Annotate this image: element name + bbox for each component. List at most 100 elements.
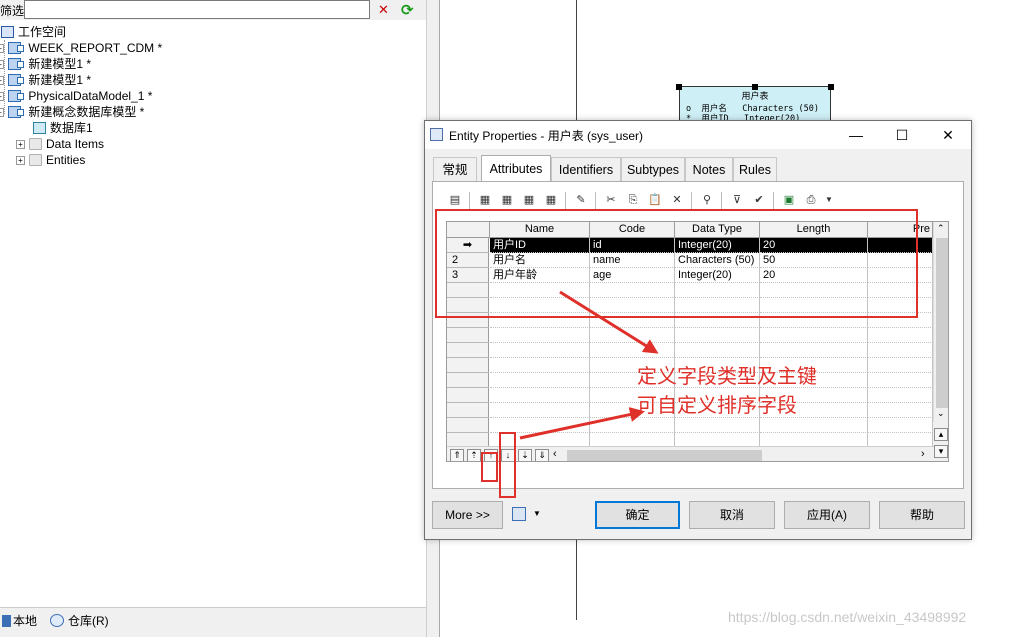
ok-button[interactable]: 确定 bbox=[595, 501, 680, 529]
cell-length[interactable] bbox=[760, 418, 868, 433]
add-attribute-icon[interactable]: ▦ bbox=[521, 192, 537, 208]
tree-item-model[interactable]: + PhysicalDataModel_1 * bbox=[0, 88, 152, 104]
cell-pre[interactable] bbox=[868, 343, 933, 358]
tree-item-model[interactable]: + 新建模型1 * bbox=[0, 72, 91, 88]
cell-type[interactable] bbox=[675, 418, 760, 433]
cell-type[interactable] bbox=[675, 343, 760, 358]
selection-handle[interactable] bbox=[752, 84, 758, 90]
tree-item-model[interactable]: + 新建模型1 * bbox=[0, 56, 91, 72]
insert-row-icon[interactable]: ▦ bbox=[477, 192, 493, 208]
add-row-icon[interactable]: ▦ bbox=[499, 192, 515, 208]
expand-icon[interactable]: + bbox=[0, 92, 4, 101]
cell-length[interactable] bbox=[760, 343, 868, 358]
scroll-right-icon[interactable]: › bbox=[921, 448, 925, 460]
cell-type[interactable] bbox=[675, 328, 760, 343]
minimize-icon[interactable]: — bbox=[845, 124, 867, 146]
cell-code[interactable] bbox=[590, 343, 675, 358]
tree-item-model[interactable]: − 新建概念数据库模型 * bbox=[0, 104, 144, 120]
apply-button[interactable]: 应用(A) bbox=[784, 501, 870, 529]
expand-icon[interactable]: + bbox=[0, 76, 4, 85]
cell-name[interactable] bbox=[490, 343, 590, 358]
properties-icon[interactable]: ▤ bbox=[447, 192, 463, 208]
table-row[interactable] bbox=[447, 343, 948, 358]
help-button[interactable]: 帮助 bbox=[879, 501, 965, 529]
cell-name[interactable] bbox=[490, 403, 590, 418]
reuse-attribute-icon[interactable]: ▦ bbox=[543, 192, 559, 208]
row-header[interactable] bbox=[447, 403, 489, 418]
cell-pre[interactable] bbox=[868, 403, 933, 418]
cell-pre[interactable] bbox=[868, 328, 933, 343]
more-button[interactable]: More >> bbox=[432, 501, 503, 529]
dialog-titlebar[interactable]: Entity Properties - 用户表 (sys_user) — ☐ ✕ bbox=[425, 121, 971, 149]
expand-icon[interactable]: + bbox=[16, 140, 25, 149]
paste-icon[interactable]: 📋 bbox=[647, 192, 663, 208]
tab-repository[interactable]: 仓库(R) bbox=[50, 612, 109, 629]
row-header[interactable] bbox=[447, 358, 489, 373]
expand-icon[interactable]: + bbox=[16, 156, 25, 165]
chevron-down-icon[interactable]: ▼ bbox=[821, 192, 837, 208]
tree-item-database[interactable]: 数据库1 bbox=[33, 120, 93, 136]
list-options-icon[interactable] bbox=[512, 507, 526, 521]
find-icon[interactable]: ✎ bbox=[573, 192, 589, 208]
tab-identifiers[interactable]: Identifiers bbox=[551, 157, 621, 181]
move-to-bottom-icon[interactable]: ⇓ bbox=[535, 449, 549, 461]
filter-icon[interactable]: ⊽ bbox=[729, 192, 745, 208]
expand-icon[interactable]: + bbox=[0, 44, 4, 53]
binoculars-icon[interactable]: ⚲ bbox=[699, 192, 715, 208]
print-icon[interactable]: ⎙ bbox=[803, 192, 819, 208]
chevron-down-icon[interactable]: ▼ bbox=[533, 509, 541, 518]
cell-name[interactable] bbox=[490, 358, 590, 373]
cell-name[interactable] bbox=[490, 373, 590, 388]
row-header[interactable] bbox=[447, 343, 489, 358]
cell-length[interactable] bbox=[760, 328, 868, 343]
delete-icon[interactable]: ✕ bbox=[669, 192, 685, 208]
scrollbar-thumb[interactable] bbox=[936, 238, 948, 408]
table-row[interactable] bbox=[447, 328, 948, 343]
cell-name[interactable] bbox=[490, 328, 590, 343]
horizontal-scrollbar-thumb[interactable] bbox=[567, 450, 762, 461]
cell-code[interactable] bbox=[590, 418, 675, 433]
row-header[interactable] bbox=[447, 373, 489, 388]
selection-handle[interactable] bbox=[676, 84, 682, 90]
tab-rules[interactable]: Rules bbox=[733, 157, 777, 181]
refresh-icon[interactable]: ⟳ bbox=[401, 1, 417, 19]
cell-pre[interactable] bbox=[868, 388, 933, 403]
tab-general[interactable]: 常规 bbox=[433, 157, 477, 181]
tab-local[interactable]: 本地 bbox=[2, 612, 37, 629]
clear-filter-icon[interactable]: ✕ bbox=[378, 2, 394, 18]
selection-handle[interactable] bbox=[828, 84, 834, 90]
tree-item-model[interactable]: + WEEK_REPORT_CDM * bbox=[0, 40, 162, 56]
cell-name[interactable] bbox=[490, 418, 590, 433]
collapse-icon[interactable]: − bbox=[0, 108, 4, 117]
cell-code[interactable] bbox=[590, 328, 675, 343]
excel-icon[interactable]: ▣ bbox=[781, 192, 797, 208]
scroll-up-icon[interactable]: ⌃ bbox=[937, 223, 945, 234]
move-to-top-icon[interactable]: ⇑ bbox=[450, 449, 464, 461]
expand-icon[interactable]: + bbox=[0, 60, 4, 69]
cut-icon[interactable]: ✂ bbox=[603, 192, 619, 208]
copy-icon[interactable]: ⎘ bbox=[625, 192, 641, 208]
filter-input[interactable] bbox=[24, 0, 370, 19]
row-header[interactable] bbox=[447, 328, 489, 343]
scroll-top-icon[interactable]: ▴ bbox=[934, 428, 948, 441]
cell-pre[interactable] bbox=[868, 358, 933, 373]
scroll-down-icon[interactable]: ⌄ bbox=[937, 408, 945, 419]
vertical-scrollbar[interactable]: ⌃ ⌄ bbox=[933, 222, 948, 422]
maximize-icon[interactable]: ☐ bbox=[891, 124, 913, 146]
filter-check-icon[interactable]: ✔ bbox=[751, 192, 767, 208]
tab-subtypes[interactable]: Subtypes bbox=[621, 157, 685, 181]
close-icon[interactable]: ✕ bbox=[937, 124, 959, 146]
tree-item-workspace[interactable]: 工作空间 bbox=[1, 24, 66, 40]
tree-item-data-items[interactable]: + Data Items bbox=[16, 136, 104, 152]
tab-notes[interactable]: Notes bbox=[685, 157, 733, 181]
scroll-bottom-icon[interactable]: ▾ bbox=[934, 445, 948, 458]
tree-item-entities[interactable]: + Entities bbox=[16, 152, 85, 168]
cancel-button[interactable]: 取消 bbox=[689, 501, 775, 529]
move-up-page-icon[interactable]: ⇡ bbox=[467, 449, 481, 461]
cell-pre[interactable] bbox=[868, 373, 933, 388]
cell-pre[interactable] bbox=[868, 418, 933, 433]
table-row[interactable] bbox=[447, 418, 948, 433]
row-header[interactable] bbox=[447, 388, 489, 403]
scroll-left-icon[interactable]: ‹ bbox=[553, 448, 557, 460]
move-down-page-icon[interactable]: ⇣ bbox=[518, 449, 532, 461]
